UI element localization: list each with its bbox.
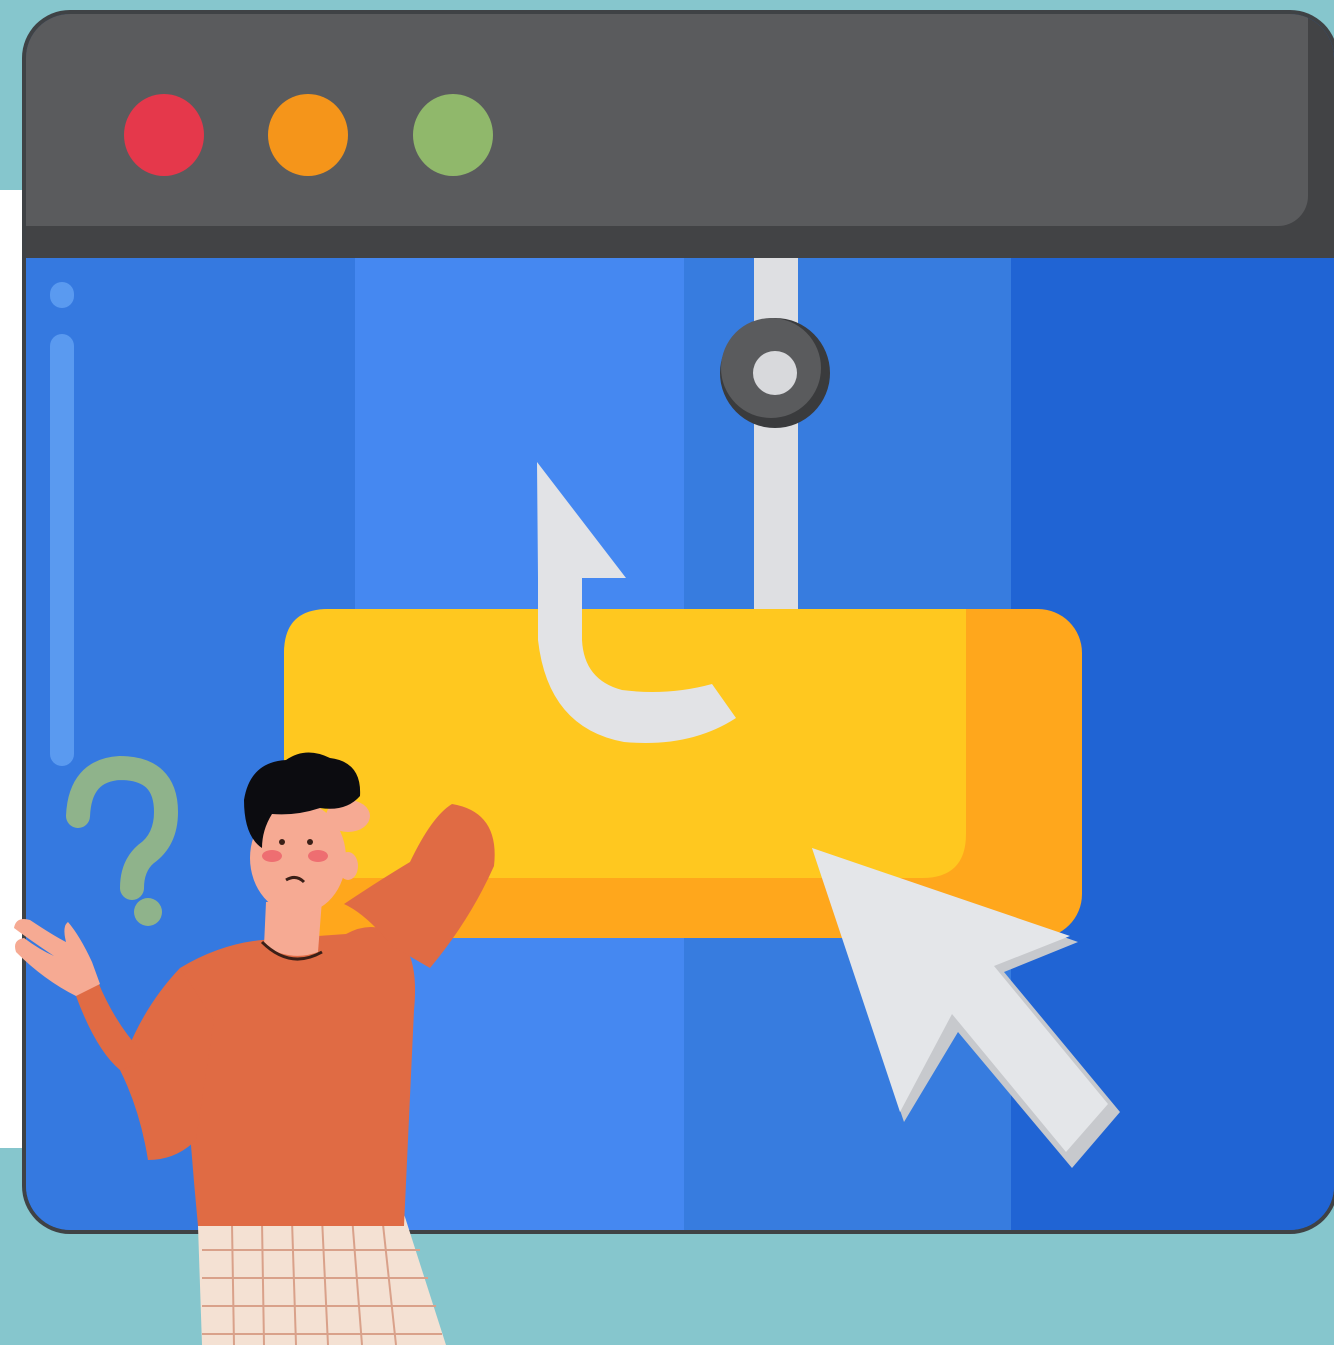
hook-barb-icon: [537, 462, 736, 743]
fishing-hook-icon: [720, 258, 830, 610]
illustration-art: [14, 258, 1120, 1345]
question-mark-icon: [66, 755, 179, 926]
phishing-illustration: [0, 0, 1334, 1345]
confused-person: [14, 752, 495, 1345]
